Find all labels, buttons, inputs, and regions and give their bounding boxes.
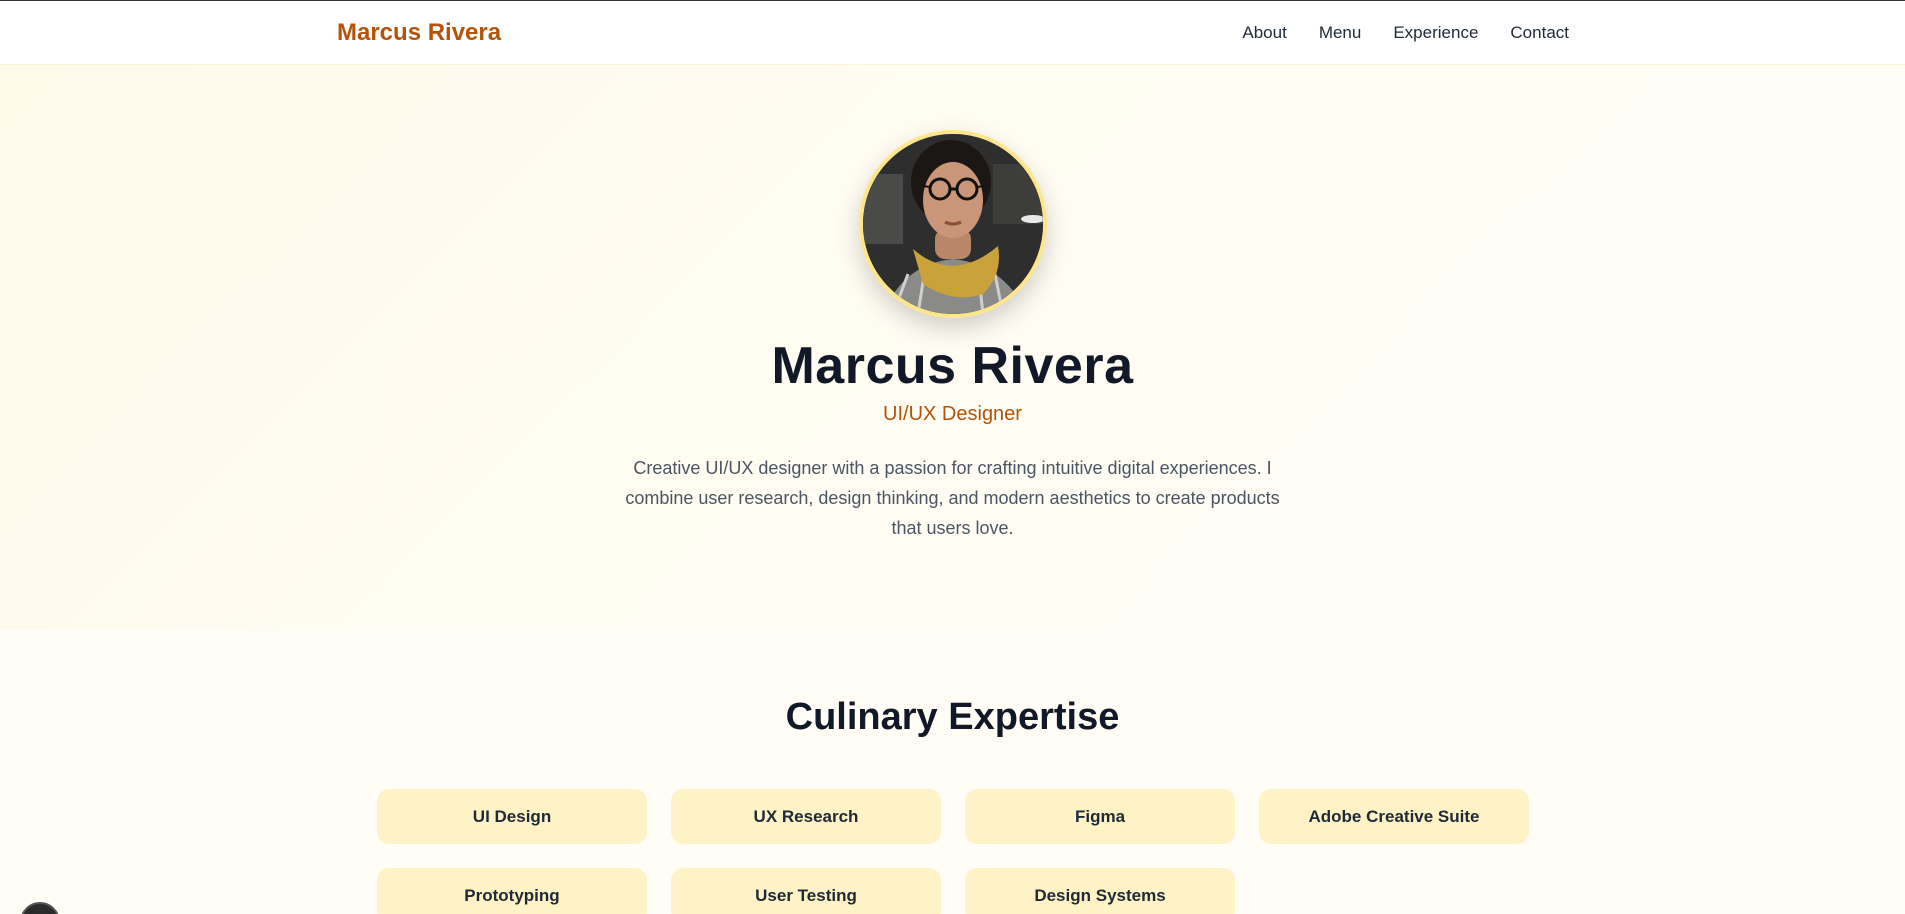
hero-bio: Creative UI/UX designer with a passion f… [625, 458, 1280, 538]
navbar: Marcus Rivera About Menu Experience Cont… [0, 1, 1905, 65]
hero-role: UI/UX Designer [883, 403, 1022, 425]
profile-photo-icon [863, 134, 1043, 314]
nav-link-experience[interactable]: Experience [1393, 23, 1478, 43]
nav-link-about[interactable]: About [1242, 23, 1286, 43]
skill-chip: UX Research [671, 789, 941, 844]
skill-chip: Figma [965, 789, 1235, 844]
nav-links: About Menu Experience Contact [1242, 23, 1569, 43]
skill-chip: UI Design [377, 789, 647, 844]
skills-grid: UI Design UX Research Figma Adobe Creati… [377, 789, 1529, 914]
nav-link-contact[interactable]: Contact [1510, 23, 1569, 43]
floating-action-button[interactable] [20, 902, 60, 914]
expertise-section-title: Culinary Expertise [785, 696, 1120, 738]
skill-chip: User Testing [671, 868, 941, 914]
nav-link-menu[interactable]: Menu [1319, 23, 1362, 43]
skill-chip: Adobe Creative Suite [1259, 789, 1529, 844]
skill-chip: Design Systems [965, 868, 1235, 914]
skill-chip: Prototyping [377, 868, 647, 914]
avatar [859, 130, 1047, 318]
hero-name: Marcus Rivera [771, 337, 1134, 395]
brand-logo-link[interactable]: Marcus Rivera [337, 19, 501, 47]
